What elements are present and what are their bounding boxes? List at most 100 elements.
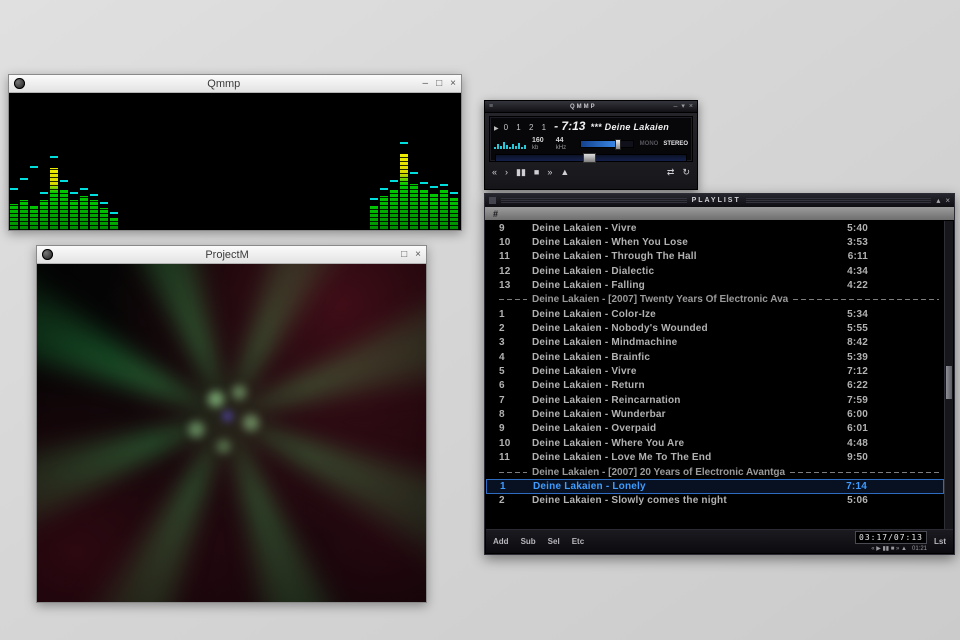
playlist-titlebar[interactable]: PLAYLIST ▴ × <box>485 194 954 207</box>
repeat-button[interactable]: ↻ <box>682 168 690 177</box>
playlist-track-row[interactable]: 11Deine Lakaien - Through The Hall6:11 <box>486 250 944 264</box>
playlist-track-row[interactable]: 4Deine Lakaien - Brainfic5:39 <box>486 350 944 364</box>
projectm-titlebar[interactable]: ProjectM □ × <box>37 246 426 264</box>
track-duration: 6:00 <box>828 409 868 420</box>
spectrum-bar <box>280 93 288 230</box>
track-number: 10 <box>486 438 532 449</box>
projectm-window-title: ProjectM <box>53 249 401 261</box>
projectm-red-tint-layer <box>37 264 426 602</box>
etc-button[interactable]: Etc <box>572 537 584 546</box>
viz-window-title: Qmmp <box>25 78 423 90</box>
track-duration: 7:12 <box>828 366 868 377</box>
playlist-scrollbar[interactable] <box>944 221 953 529</box>
mini-visualization <box>494 140 526 149</box>
spectrum-bar <box>100 93 108 230</box>
sel-button[interactable]: Sel <box>548 537 560 546</box>
playlist-track-row[interactable]: 11Deine Lakaien - Love Me To The End9:50 <box>486 451 944 465</box>
volume-slider[interactable] <box>580 140 634 148</box>
seek-knob[interactable] <box>583 153 596 163</box>
playlist-track-row[interactable]: 9Deine Lakaien - Vivre5:40 <box>486 221 944 235</box>
number-column-header[interactable]: # <box>493 209 498 219</box>
player-titlebar[interactable]: ≡ QMMP – ▾ × <box>485 101 697 113</box>
track-duration: 5:34 <box>828 309 868 320</box>
playlist-track-row[interactable]: 10Deine Lakaien - Where You Are4:48 <box>486 436 944 450</box>
playlist-time-display: 03:17/07:13 <box>855 531 927 544</box>
eject-button[interactable]: ▲ <box>560 168 569 177</box>
shuffle-button[interactable]: ⇄ <box>667 168 675 177</box>
close-icon[interactable]: × <box>450 79 456 89</box>
playlist-track-row[interactable]: 5Deine Lakaien - Vivre7:12 <box>486 364 944 378</box>
close-icon[interactable]: × <box>415 250 421 260</box>
track-title: Deine Lakaien - Brainfic <box>532 352 828 363</box>
playlist-track-row[interactable]: 6Deine Lakaien - Return6:22 <box>486 379 944 393</box>
minimize-icon[interactable]: – <box>673 103 677 110</box>
track-duration: 8:42 <box>828 337 868 348</box>
maximize-icon[interactable]: □ <box>401 250 407 260</box>
spectrum-bar <box>190 93 198 230</box>
close-icon[interactable]: × <box>945 197 950 205</box>
maximize-icon[interactable]: □ <box>436 79 442 89</box>
playlist-track-row[interactable]: 9Deine Lakaien - Overpaid6:01 <box>486 422 944 436</box>
shade-icon[interactable]: ▾ <box>681 103 685 110</box>
track-number: 9 <box>486 223 532 234</box>
scrollbar-thumb[interactable] <box>946 366 952 399</box>
previous-button[interactable]: « <box>492 168 497 177</box>
playlist-group-header[interactable]: Deine Lakaien - [2007] 20 Years of Elect… <box>486 465 944 479</box>
spectrum-bar <box>340 93 348 230</box>
playlist-group-header[interactable]: Deine Lakaien - [2007] Twenty Years Of E… <box>486 293 944 307</box>
track-title: Deine Lakaien - Vivre <box>532 223 828 234</box>
playlist-column-header[interactable]: # <box>485 207 954 221</box>
close-icon[interactable]: × <box>689 103 693 110</box>
spectrum-bar <box>270 93 278 230</box>
playlist-track-row[interactable]: 8Deine Lakaien - Wunderbar6:00 <box>486 407 944 421</box>
spectrum-bar <box>400 93 408 230</box>
viz-titlebar[interactable]: Qmmp – □ × <box>9 75 461 93</box>
next-button[interactable]: » <box>547 168 552 177</box>
transport-controls: « › ▮▮ ■ » ▲ ⇄ ↻ <box>485 164 697 180</box>
spectrum-bar <box>120 93 128 230</box>
group-dash <box>499 472 527 473</box>
spectrum-bar <box>330 93 338 230</box>
shade-icon[interactable]: ▴ <box>936 197 940 205</box>
spectrum-bar <box>80 93 88 230</box>
list-button[interactable]: Lst <box>934 537 946 546</box>
time-display[interactable]: - 7:13 <box>554 119 585 133</box>
track-duration: 9:50 <box>828 452 868 463</box>
playlist-track-row[interactable]: 3Deine Lakaien - Mindmachine8:42 <box>486 336 944 350</box>
track-title: Deine Lakaien - Love Me To The End <box>532 452 828 463</box>
spectrum-bar <box>450 93 458 230</box>
volume-knob[interactable] <box>615 139 621 150</box>
playlist-menu-icon[interactable] <box>489 197 496 204</box>
qmmp-visualization-window: Qmmp – □ × <box>8 74 462 231</box>
pause-button[interactable]: ▮▮ <box>516 168 526 177</box>
spectrum-bar <box>40 93 48 230</box>
add-button[interactable]: Add <box>493 537 509 546</box>
playlist-track-row[interactable]: 12Deine Lakaien - Dialectic4:34 <box>486 264 944 278</box>
track-number: 12 <box>486 266 532 277</box>
spectrum-bar <box>430 93 438 230</box>
playlist-track-row-selected[interactable]: 1Deine Lakaien - Lonely7:14 <box>486 479 944 493</box>
playlist-track-row[interactable]: 1Deine Lakaien - Color-Ize5:34 <box>486 307 944 321</box>
playlist-track-row[interactable]: 13Deine Lakaien - Falling4:22 <box>486 278 944 292</box>
playlist-track-row[interactable]: 7Deine Lakaien - Reincarnation7:59 <box>486 393 944 407</box>
samplerate-display: 44 kHz <box>556 137 574 151</box>
spectrum-bar <box>30 93 38 230</box>
mini-transport-icons[interactable]: « ▶ ▮▮ ■ » ▲ <box>871 545 907 552</box>
playlist-track-row[interactable]: 2Deine Lakaien - Slowly comes the night5… <box>486 494 944 508</box>
track-duration: 6:01 <box>828 423 868 434</box>
playlist-bottom-right: 03:17/07:13 « ▶ ▮▮ ■ » ▲ 01:21 Lst <box>855 531 946 552</box>
seek-slider[interactable] <box>495 154 687 162</box>
spectrum-bar <box>200 93 208 230</box>
track-title: Deine Lakaien - Slowly comes the night <box>532 495 828 506</box>
sub-button[interactable]: Sub <box>521 537 536 546</box>
minimize-icon[interactable]: – <box>423 79 429 89</box>
spectrum-bar <box>300 93 308 230</box>
play-button[interactable]: › <box>505 168 508 177</box>
track-duration: 3:53 <box>828 237 868 248</box>
playlist-track-row[interactable]: 10Deine Lakaien - When You Lose3:53 <box>486 235 944 249</box>
spectrum-bar <box>370 93 378 230</box>
stop-button[interactable]: ■ <box>534 168 539 177</box>
spectrum-bar <box>230 93 238 230</box>
track-number: 5 <box>486 366 532 377</box>
playlist-track-row[interactable]: 2Deine Lakaien - Nobody's Wounded5:55 <box>486 321 944 335</box>
